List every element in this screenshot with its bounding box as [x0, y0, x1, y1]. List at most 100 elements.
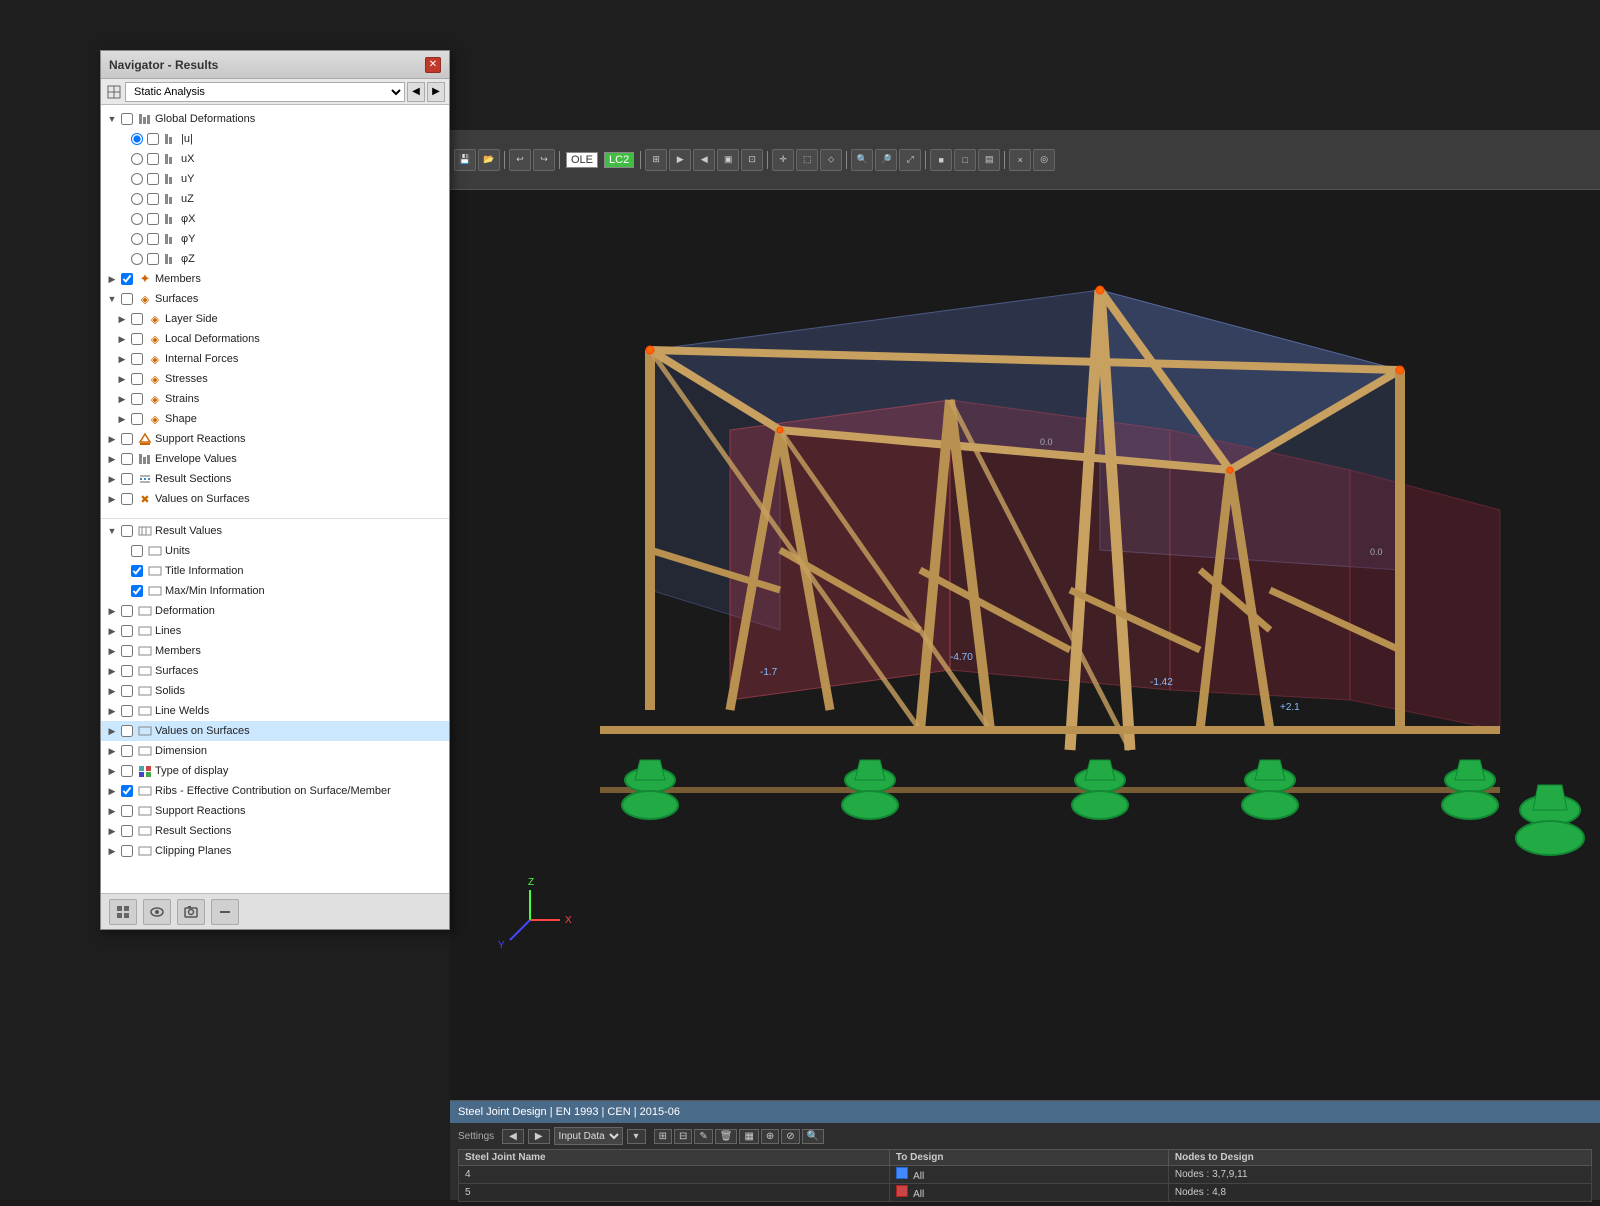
checkbox-maxmin[interactable] [131, 585, 143, 597]
tree-item-ux[interactable]: uX [101, 149, 449, 169]
checkbox-units[interactable] [131, 545, 143, 557]
tb-undo[interactable]: ↩ [509, 149, 531, 171]
tb-sel1[interactable]: ✛ [772, 149, 794, 171]
checkbox-values-on-surfaces-top[interactable] [121, 493, 133, 505]
tree-item-type-of-display[interactable]: ▶ Type of display [101, 761, 449, 781]
expand-icon-shape[interactable]: ▶ [115, 412, 129, 426]
close-button[interactable]: ✕ [425, 57, 441, 73]
tb-redo[interactable]: ↪ [533, 149, 555, 171]
expand-icon-type-of-display[interactable]: ▶ [105, 764, 119, 778]
checkbox-strains[interactable] [131, 393, 143, 405]
expand-icon-envelope[interactable]: ▶ [105, 452, 119, 466]
tree-item-phix[interactable]: φX [101, 209, 449, 229]
tree-item-members2[interactable]: ▶ Members [101, 641, 449, 661]
tb-view2[interactable]: ▶ [669, 149, 691, 171]
tb-view5[interactable]: ⊡ [741, 149, 763, 171]
tree-item-shape[interactable]: ▶ ◈ Shape [101, 409, 449, 429]
checkbox-phiy[interactable] [147, 233, 159, 245]
tree-item-result-sections2[interactable]: ▶ Result Sections [101, 821, 449, 841]
expand-icon-values-on-surfaces-top[interactable]: ▶ [105, 492, 119, 506]
expand-icon-local-deformations[interactable]: ▶ [115, 332, 129, 346]
expand-icon-lines[interactable]: ▶ [105, 624, 119, 638]
tree-item-support-reactions2[interactable]: ▶ Support Reactions [101, 801, 449, 821]
checkbox-uy[interactable] [147, 173, 159, 185]
checkbox-type-of-display[interactable] [121, 765, 133, 777]
tb-view3[interactable]: ◀ [693, 149, 715, 171]
radio-ux[interactable] [131, 153, 143, 165]
tree-item-members[interactable]: ▶ ✦ Members [101, 269, 449, 289]
tb-render3[interactable]: ▤ [978, 149, 1000, 171]
tb-sel3[interactable]: ⬦ [820, 149, 842, 171]
checkbox-members[interactable] [121, 273, 133, 285]
tree-item-lines[interactable]: ▶ Lines [101, 621, 449, 641]
tree-item-dimension[interactable]: ▶ Dimension [101, 741, 449, 761]
expand-icon-clipping-planes[interactable]: ▶ [105, 844, 119, 858]
expand-icon-stresses[interactable]: ▶ [115, 372, 129, 386]
nav-eye-btn[interactable] [143, 899, 171, 925]
radio-phix[interactable] [131, 213, 143, 225]
tree-item-phiz[interactable]: φZ [101, 249, 449, 269]
checkbox-internal-forces[interactable] [131, 353, 143, 365]
expand-icon-surfaces[interactable]: ▼ [105, 292, 119, 306]
expand-icon-support-reactions[interactable]: ▶ [105, 432, 119, 446]
tree-item-title-info[interactable]: Title Information [101, 561, 449, 581]
dropdown-arrow-btn[interactable]: ▾ [627, 1129, 646, 1144]
expand-icon-ribs[interactable]: ▶ [105, 784, 119, 798]
checkbox-result-sections2[interactable] [121, 825, 133, 837]
tree-item-values-on-surfaces-top[interactable]: ▶ ✖ Values on Surfaces [101, 489, 449, 509]
expand-icon-global-deformations[interactable]: ▼ [105, 112, 119, 126]
tree-item-line-welds[interactable]: ▶ Line Welds [101, 701, 449, 721]
tool-btn-1[interactable]: ⊞ [654, 1129, 672, 1144]
expand-icon-solids[interactable]: ▶ [105, 684, 119, 698]
tree-item-deformation[interactable]: ▶ Deformation [101, 601, 449, 621]
expand-icon-values-on-surfaces[interactable]: ▶ [105, 724, 119, 738]
nav-back-btn[interactable]: ◀ [502, 1129, 524, 1144]
checkbox-support-reactions2[interactable] [121, 805, 133, 817]
checkbox-shape[interactable] [131, 413, 143, 425]
tree-item-layer-side[interactable]: ▶ ◈ Layer Side [101, 309, 449, 329]
tree-item-stresses[interactable]: ▶ ◈ Stresses [101, 369, 449, 389]
checkbox-layer-side[interactable] [131, 313, 143, 325]
expand-icon-result-values[interactable]: ▼ [105, 524, 119, 538]
tb-zoom-fit[interactable]: ⤢ [899, 149, 921, 171]
tool-btn-7[interactable]: ⊘ [781, 1129, 799, 1144]
checkbox-support-reactions[interactable] [121, 433, 133, 445]
checkbox-ux[interactable] [147, 153, 159, 165]
tool-btn-5[interactable]: ▦ [739, 1129, 758, 1144]
checkbox-clipping-planes[interactable] [121, 845, 133, 857]
tree-item-u-abs[interactable]: |u| [101, 129, 449, 149]
checkbox-members2[interactable] [121, 645, 133, 657]
tree-item-global-deformations[interactable]: ▼ Global Deformations [101, 109, 449, 129]
checkbox-line-welds[interactable] [121, 705, 133, 717]
tree-item-internal-forces[interactable]: ▶ ◈ Internal Forces [101, 349, 449, 369]
tb-view4[interactable]: ▣ [717, 149, 739, 171]
input-data-dropdown[interactable]: Input Data [554, 1127, 623, 1145]
tree-item-support-reactions[interactable]: ▶ Support Reactions [101, 429, 449, 449]
checkbox-lines[interactable] [121, 625, 133, 637]
nav-fwd-btn[interactable]: ▶ [528, 1129, 550, 1144]
tb-save[interactable]: 💾 [454, 149, 476, 171]
checkbox-local-deformations[interactable] [131, 333, 143, 345]
table-row[interactable]: 5 All Nodes : 4,8 [459, 1184, 1592, 1202]
expand-icon-line-welds[interactable]: ▶ [105, 704, 119, 718]
checkbox-deformation[interactable] [121, 605, 133, 617]
tree-item-clipping-planes[interactable]: ▶ Clipping Planes [101, 841, 449, 861]
tool-btn-6[interactable]: ⊕ [761, 1129, 779, 1144]
radio-phiy[interactable] [131, 233, 143, 245]
table-row[interactable]: 4 All Nodes : 3,7,9,11 [459, 1166, 1592, 1184]
search-btn[interactable]: 🔍 [802, 1129, 824, 1144]
expand-icon-members[interactable]: ▶ [105, 272, 119, 286]
expand-icon-deformation[interactable]: ▶ [105, 604, 119, 618]
checkbox-surfaces[interactable] [121, 293, 133, 305]
expand-icon-result-sections-top[interactable]: ▶ [105, 472, 119, 486]
tree-item-ribs-effective[interactable]: ▶ Ribs - Effective Contribution on Surfa… [101, 781, 449, 801]
tree-item-local-deformations[interactable]: ▶ ◈ Local Deformations [101, 329, 449, 349]
tb-open[interactable]: 📂 [478, 149, 500, 171]
nav-next-btn[interactable]: ▶ [427, 82, 445, 102]
analysis-dropdown[interactable]: Static Analysis [125, 82, 405, 102]
checkbox-surfaces2[interactable] [121, 665, 133, 677]
nav-settings-btn[interactable] [109, 899, 137, 925]
expand-icon-dimension[interactable]: ▶ [105, 744, 119, 758]
tree-item-result-values[interactable]: ▼ Result Values [101, 521, 449, 541]
checkbox-global-deformations[interactable] [121, 113, 133, 125]
